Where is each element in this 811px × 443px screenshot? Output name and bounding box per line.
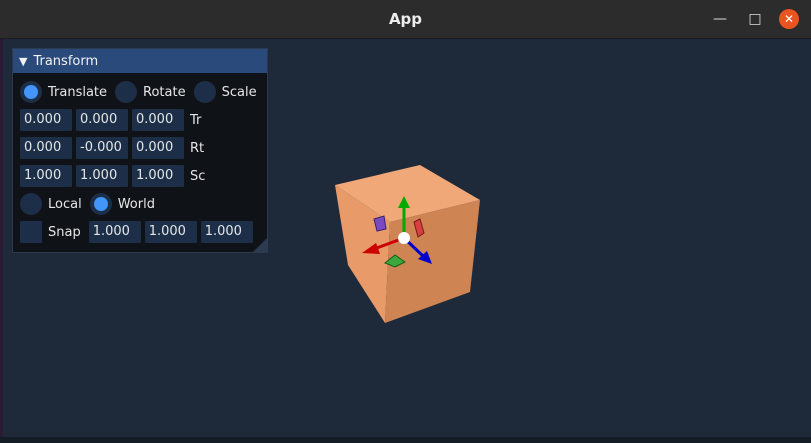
title-bar[interactable]: App — □ ✕ [0,0,811,39]
translate-y-field[interactable]: 0.000 [76,109,128,131]
rotate-y-field[interactable]: -0.000 [76,137,128,159]
translate-label: Tr [190,112,202,128]
label-translate: Translate [48,84,108,100]
snap-row: Snap 1.000 1.000 1.000 [20,221,257,243]
radio-translate[interactable] [20,81,42,103]
window-bottom-edge [0,437,811,443]
radio-rotate[interactable] [115,81,138,103]
snap-checkbox[interactable] [20,221,42,243]
rotate-z-field[interactable]: 0.000 [132,137,184,159]
collapse-triangle-icon[interactable]: ▼ [19,55,27,68]
operation-row: Translate Rotate Scale [20,81,265,103]
space-row: Local World [20,193,163,215]
panel-resize-grip[interactable] [253,238,267,252]
maximize-icon[interactable]: □ [745,9,765,29]
close-icon[interactable]: ✕ [779,9,799,29]
label-scale: Scale [221,84,257,100]
radio-world[interactable] [89,193,112,215]
window-title: App [388,10,423,28]
snap-x-field[interactable]: 1.000 [88,221,141,243]
panel-title: Transform [33,53,99,69]
label-rotate: Rotate [143,84,186,100]
cube-scene[interactable] [330,160,490,330]
snap-label: Snap [48,224,81,240]
translate-x-field[interactable]: 0.000 [20,109,72,131]
gizmo-center[interactable] [398,232,410,244]
translate-row: 0.000 0.000 0.000 Tr [20,109,201,131]
minimize-icon[interactable]: — [710,9,730,29]
panel-header[interactable]: ▼ Transform [13,49,267,73]
rotate-row: 0.000 -0.000 0.000 Rt [20,137,204,159]
scale-label: Sc [190,168,206,184]
label-world: World [117,196,155,212]
rotate-label: Rt [190,140,205,156]
radio-local[interactable] [20,193,42,215]
scale-row: 1.000 1.000 1.000 Sc [20,165,205,187]
rotate-x-field[interactable]: 0.000 [20,137,72,159]
window-edge [0,39,3,443]
translate-z-field[interactable]: 0.000 [132,109,184,131]
scale-y-field[interactable]: 1.000 [76,165,128,187]
snap-z-field[interactable]: 1.000 [200,221,253,243]
scale-x-field[interactable]: 1.000 [20,165,72,187]
scale-z-field[interactable]: 1.000 [132,165,184,187]
snap-y-field[interactable]: 1.000 [144,221,197,243]
transform-panel[interactable]: ▼ Transform Translate Rotate Scale 0.000… [12,48,268,253]
radio-scale[interactable] [193,81,216,103]
label-local: Local [48,196,82,212]
